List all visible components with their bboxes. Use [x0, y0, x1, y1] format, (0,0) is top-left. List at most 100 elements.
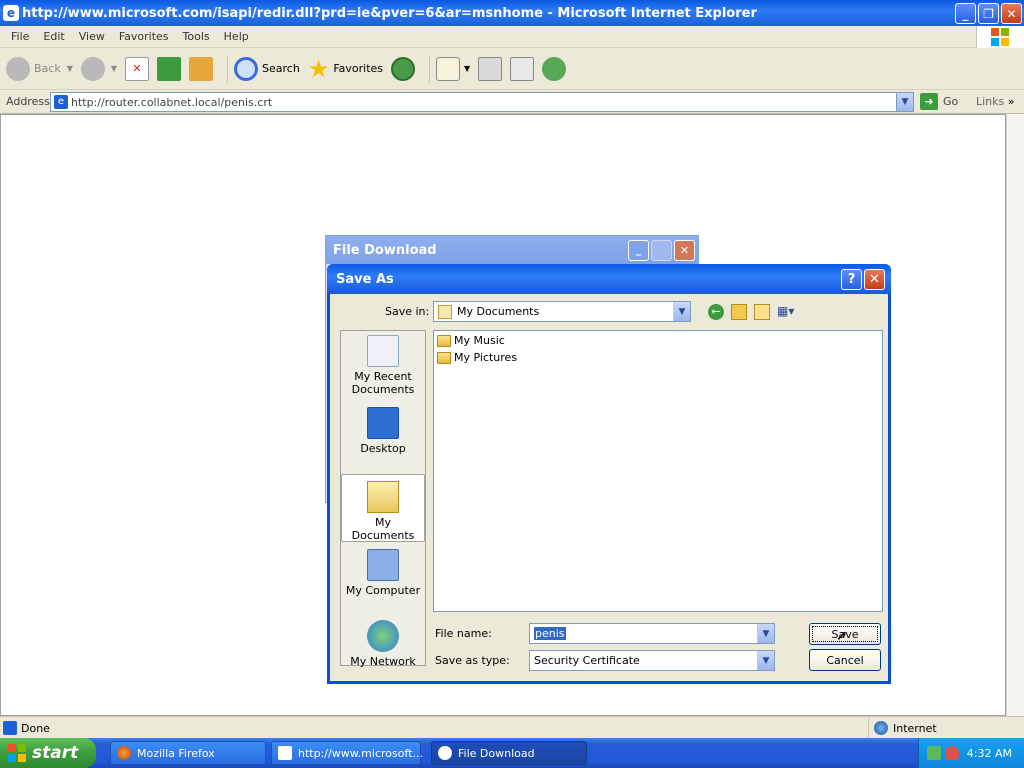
- home-icon: [189, 56, 214, 81]
- file-name-label: File name:: [435, 627, 492, 640]
- address-value: http://router.collabnet.local/penis.crt: [71, 95, 273, 109]
- windows-logo-icon: [976, 26, 1024, 48]
- help-button[interactable]: ?: [841, 269, 862, 290]
- place-my-computer[interactable]: My Computer: [341, 549, 425, 597]
- mail-icon: [436, 56, 461, 81]
- list-item[interactable]: My Pictures: [437, 351, 517, 364]
- my-documents-icon: [438, 304, 452, 319]
- task-firefox[interactable]: Mozilla Firefox: [110, 741, 266, 765]
- edit-button[interactable]: [510, 53, 535, 85]
- firefox-icon: [117, 746, 131, 760]
- page-icon: e: [54, 95, 68, 109]
- desktop-icon: [367, 407, 399, 439]
- my-documents-folder-icon: [367, 481, 399, 513]
- print-button[interactable]: [478, 53, 503, 85]
- save-as-type-select[interactable]: Security Certificate ▼: [529, 650, 775, 671]
- menu-tools[interactable]: Tools: [176, 30, 217, 43]
- place-recent-documents[interactable]: My Recent Documents: [341, 335, 425, 396]
- place-my-documents[interactable]: My Documents: [341, 474, 425, 542]
- windows-flag-icon: [8, 744, 26, 762]
- go-back-icon[interactable]: ←: [708, 304, 724, 320]
- system-tray: 4:32 AM: [918, 738, 1024, 768]
- save-in-label: Save in:: [385, 305, 430, 318]
- zone-text: Internet: [893, 722, 937, 735]
- menu-bar: File Edit View Favorites Tools Help: [0, 26, 1024, 48]
- my-network-icon: [367, 620, 399, 652]
- messenger-icon: [542, 56, 567, 81]
- folder-pictures-icon: [437, 351, 451, 364]
- address-bar: Address e http://router.collabnet.local/…: [0, 90, 1024, 114]
- history-button[interactable]: [391, 53, 416, 85]
- maximize-button[interactable]: ❐: [978, 3, 999, 24]
- address-dropdown-button[interactable]: ▼: [896, 93, 913, 111]
- ie-window-title: http://www.microsoft.com/isapi/redir.dll…: [22, 5, 757, 21]
- refresh-button[interactable]: [157, 53, 182, 85]
- address-input[interactable]: e http://router.collabnet.local/penis.cr…: [50, 92, 914, 112]
- refresh-icon: [157, 56, 182, 81]
- save-in-combo[interactable]: My Documents ▼: [433, 301, 691, 322]
- file-name-input[interactable]: penis ▼: [529, 623, 775, 644]
- ie-icon: e: [3, 5, 19, 21]
- mail-button[interactable]: ▼: [436, 53, 470, 85]
- save-as-title-bar: Save As: [327, 264, 891, 294]
- address-label: Address: [6, 95, 50, 108]
- place-my-network[interactable]: My Network: [341, 620, 425, 668]
- recent-documents-icon: [367, 335, 399, 367]
- folder-music-icon: [437, 334, 451, 347]
- dialog-close-button[interactable]: ✕: [864, 269, 885, 290]
- links-toolbar[interactable]: Links »: [976, 95, 1015, 108]
- messenger-button[interactable]: [542, 53, 567, 85]
- cancel-button[interactable]: Cancel: [809, 649, 881, 671]
- save-as-type-label: Save as type:: [435, 654, 510, 667]
- list-item[interactable]: My Music: [437, 334, 505, 347]
- forward-button[interactable]: ▼: [80, 53, 117, 85]
- menu-help[interactable]: Help: [217, 30, 256, 43]
- clock: 4:32 AM: [966, 746, 1012, 760]
- up-one-level-icon[interactable]: [731, 304, 747, 320]
- view-menu-icon[interactable]: ▦▾: [777, 304, 803, 320]
- place-desktop[interactable]: Desktop: [341, 407, 425, 455]
- star-icon: ★: [307, 54, 330, 83]
- new-folder-icon[interactable]: [754, 304, 770, 320]
- back-button[interactable]: Back ▼: [6, 53, 73, 85]
- ie-page-icon: [3, 721, 17, 735]
- menu-edit[interactable]: Edit: [36, 30, 71, 43]
- minimize-button[interactable]: _: [955, 3, 976, 24]
- file-download-title: File Download: [333, 242, 437, 258]
- network-tray-icon[interactable]: [927, 746, 941, 760]
- home-button[interactable]: [189, 53, 214, 85]
- go-button[interactable]: ➜ Go: [920, 93, 958, 110]
- favorites-button[interactable]: ★ Favorites: [308, 53, 383, 85]
- menu-favorites[interactable]: Favorites: [112, 30, 176, 43]
- search-icon: [234, 56, 259, 81]
- task-file-download[interactable]: File Download: [431, 741, 587, 765]
- mouse-cursor-icon: ➚: [836, 628, 848, 644]
- ie-download-icon: [438, 746, 452, 760]
- save-in-dropdown-icon: ▼: [673, 302, 690, 321]
- standard-toolbar: Back ▼ ▼ ✕ Search ★ Favorites ▼: [0, 48, 1024, 90]
- stop-button[interactable]: ✕: [125, 53, 150, 85]
- fd-maximize-button[interactable]: [651, 240, 672, 261]
- close-button[interactable]: ✕: [1001, 3, 1022, 24]
- file-list: My Music My Pictures: [433, 330, 883, 612]
- history-icon: [391, 56, 416, 81]
- forward-arrow-icon: [80, 56, 105, 81]
- menu-file[interactable]: File: [4, 30, 36, 43]
- status-bar: Done Internet: [0, 716, 1024, 739]
- search-button[interactable]: Search: [234, 53, 300, 85]
- places-bar: My Recent Documents Desktop My Documents…: [340, 330, 426, 668]
- back-arrow-icon: [6, 56, 30, 81]
- security-shield-icon[interactable]: [945, 746, 959, 760]
- task-ie[interactable]: http://www.microsoft...: [271, 741, 423, 765]
- globe-icon: [874, 721, 888, 735]
- file-name-value: penis: [534, 627, 566, 640]
- fd-close-button[interactable]: ✕: [674, 240, 695, 261]
- printer-icon: [478, 56, 503, 81]
- start-button[interactable]: start: [0, 738, 96, 768]
- menu-view[interactable]: View: [72, 30, 112, 43]
- save-as-title: Save As: [336, 271, 394, 287]
- ie-task-icon: [278, 746, 292, 760]
- fd-minimize-button[interactable]: _: [628, 240, 649, 261]
- vertical-scrollbar[interactable]: [1006, 114, 1024, 716]
- go-arrow-icon: ➜: [920, 93, 938, 110]
